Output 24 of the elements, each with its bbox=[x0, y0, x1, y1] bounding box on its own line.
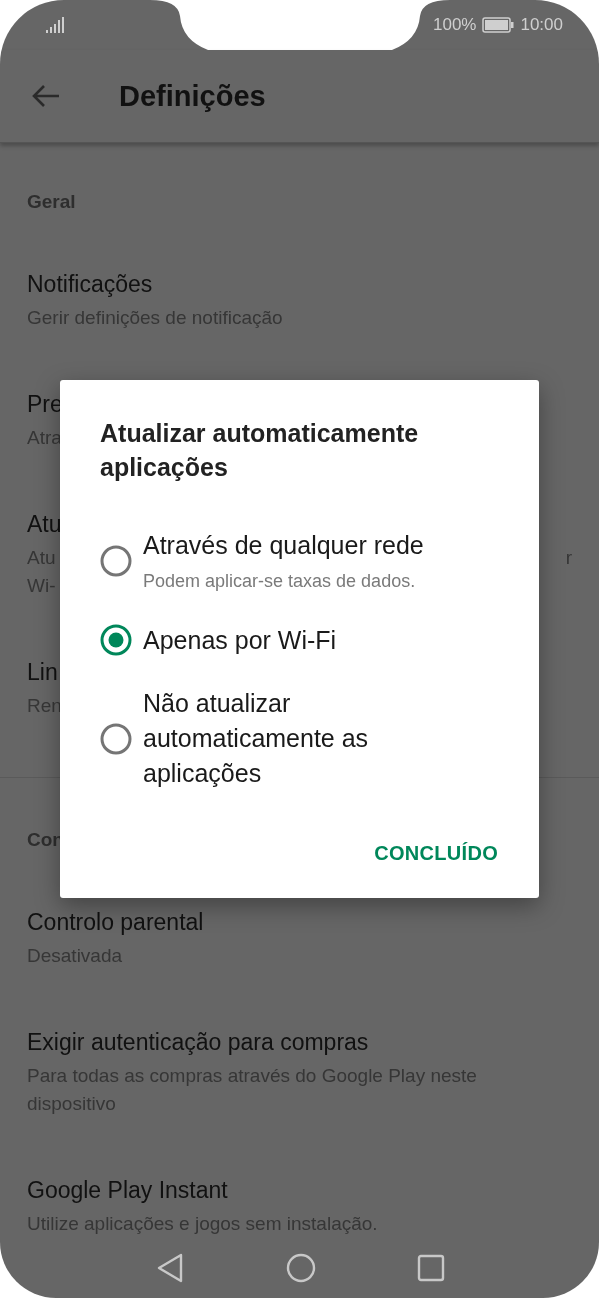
option-label[interactable]: Através de qualquer rede bbox=[143, 528, 424, 562]
dialog-title: Atualizar automaticamente aplicações bbox=[100, 418, 420, 483]
battery-icon bbox=[482, 17, 515, 33]
clock: 10:00 bbox=[520, 15, 563, 35]
radio-button[interactable] bbox=[100, 545, 132, 577]
battery-percent: 100% bbox=[432, 15, 477, 35]
setting-title[interactable]: Exigir autenticação para compras bbox=[27, 1026, 369, 1058]
setting-title[interactable]: Notificações bbox=[27, 268, 153, 300]
done-button[interactable]: CONCLUÍDO bbox=[374, 831, 498, 875]
home-icon[interactable] bbox=[284, 1252, 317, 1284]
option-label[interactable]: Apenas por Wi-Fi bbox=[143, 623, 337, 657]
recents-icon[interactable] bbox=[416, 1254, 445, 1282]
back-arrow-icon[interactable] bbox=[32, 84, 60, 108]
radio-button[interactable] bbox=[100, 722, 132, 755]
setting-title[interactable]: Lin bbox=[27, 656, 58, 688]
setting-title[interactable]: Google Play Instant bbox=[27, 1174, 228, 1206]
setting-title[interactable]: Controlo parental bbox=[27, 906, 204, 938]
option-description: Podem aplicar-se taxas de dados. bbox=[143, 570, 417, 593]
option-label[interactable]: Não atualizar automaticamente as aplicações bbox=[143, 686, 443, 791]
radio-button[interactable] bbox=[100, 624, 132, 656]
page-title: Definições bbox=[119, 79, 266, 113]
setting-title[interactable]: Atu bbox=[27, 508, 62, 540]
signal-icon bbox=[46, 17, 64, 33]
section-header: Geral bbox=[26, 190, 77, 214]
